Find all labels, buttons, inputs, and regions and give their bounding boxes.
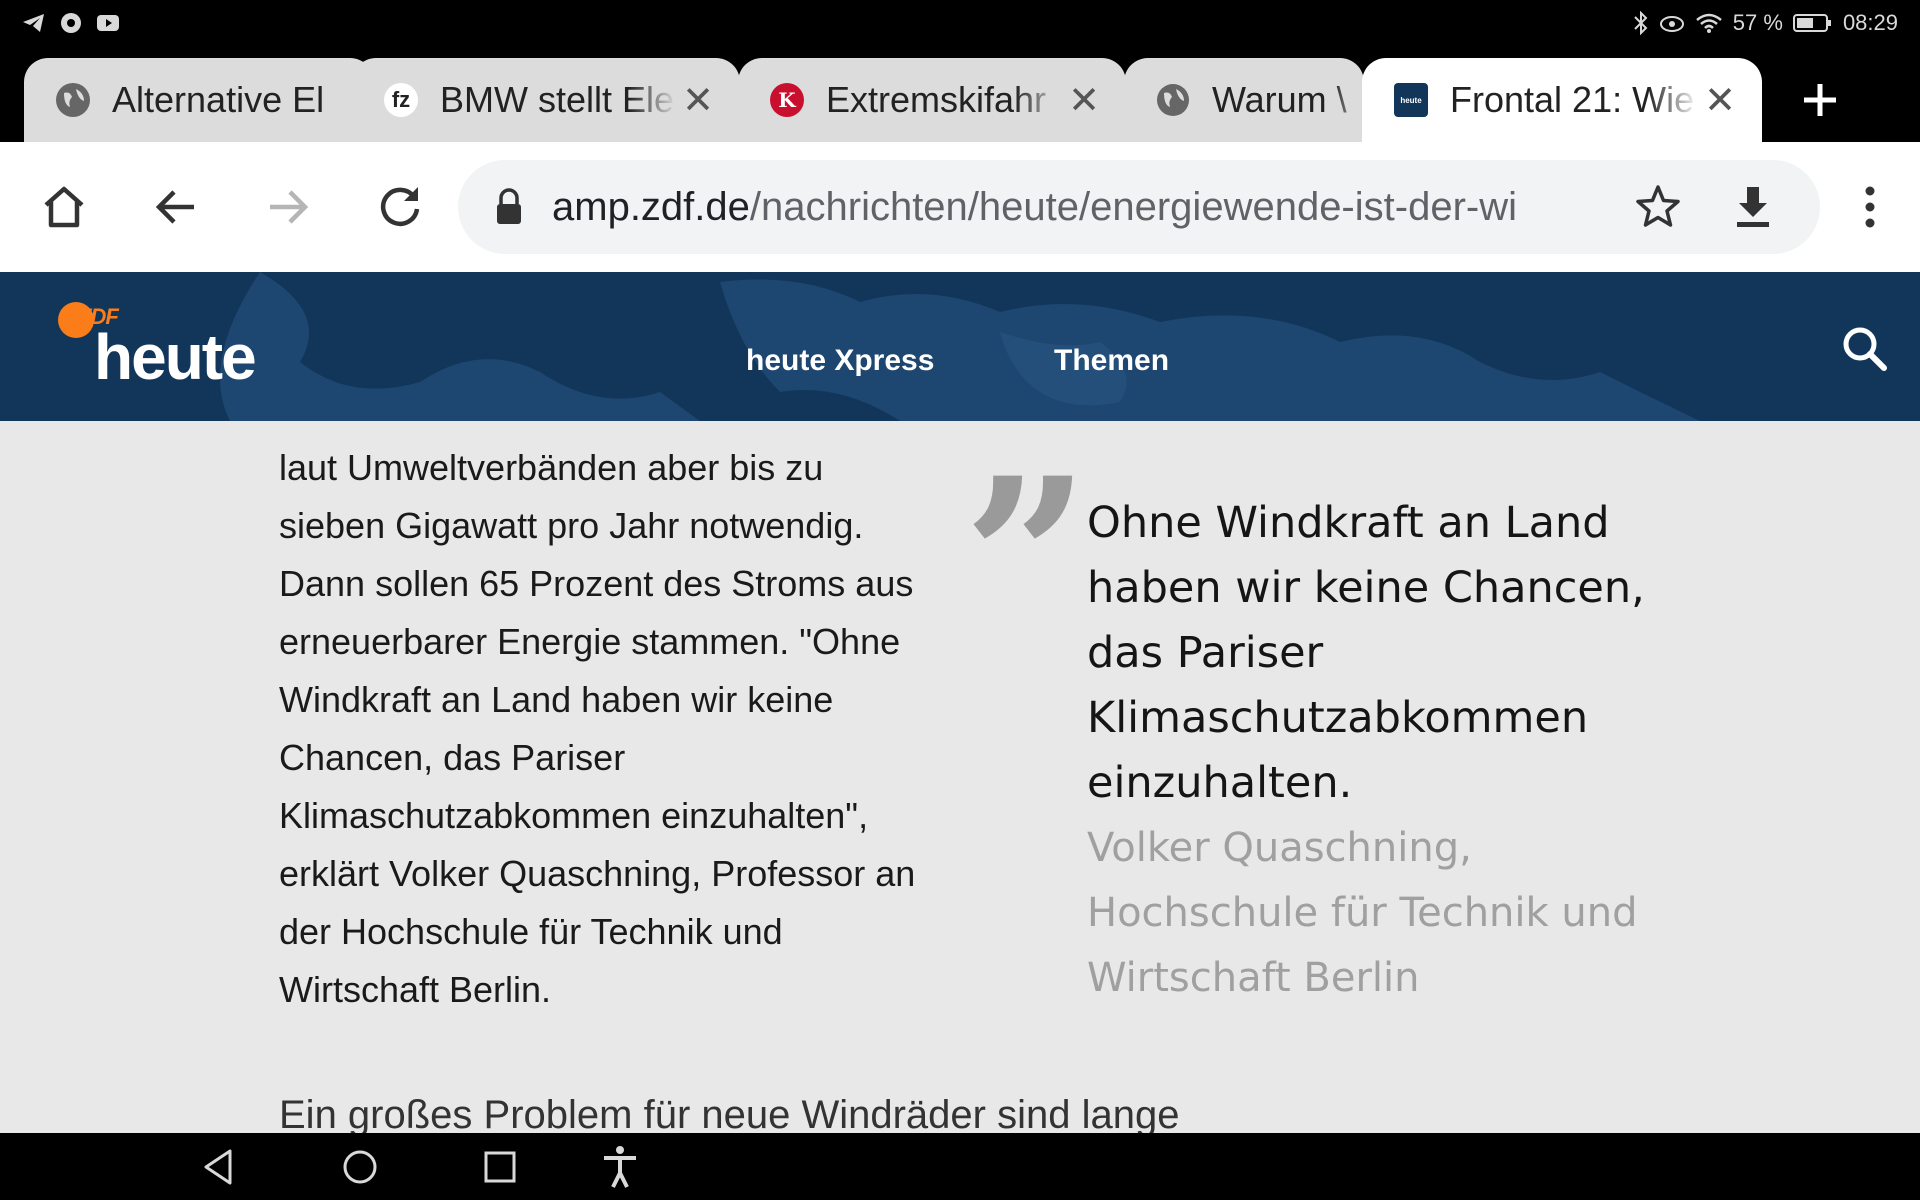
tab-frontal21[interactable]: heute Frontal 21: Wie ✕ [1362, 58, 1762, 142]
close-tab-icon[interactable]: ✕ [676, 78, 720, 123]
forward-button[interactable] [258, 177, 318, 237]
logo-heute: heute [94, 321, 257, 393]
globe-icon [56, 83, 90, 117]
site-header: ZDF heute heute Xpress Themen [0, 272, 1920, 421]
status-bar: 57 % 08:29 [0, 0, 1920, 48]
tab-title: Extremskifahr [826, 79, 1047, 120]
back-button[interactable] [146, 177, 206, 237]
download-icon [1737, 187, 1769, 227]
star-icon [1636, 185, 1680, 227]
system-nav-bar [0, 1133, 1920, 1200]
k-favicon-icon: K [770, 83, 804, 117]
tab-title: Warum \ [1212, 79, 1347, 120]
tab-extremski[interactable]: K Extremskifahr ✕ [738, 58, 1126, 142]
pull-quote: Ohne Windkraft an Land haben wir keine C… [1087, 498, 1645, 808]
menu-button[interactable] [1840, 177, 1900, 237]
new-tab-button[interactable] [1800, 70, 1840, 130]
home-nav-icon[interactable] [336, 1143, 384, 1191]
accessibility-icon[interactable] [596, 1143, 644, 1191]
chrome-icon [61, 13, 81, 33]
bookmark-button[interactable] [1628, 177, 1688, 237]
wifi-icon [1695, 13, 1722, 33]
url-domain: amp.zdf.de [552, 184, 750, 229]
search-button[interactable] [1840, 324, 1890, 374]
system-status: 57 % 08:29 [1633, 10, 1898, 36]
nav-themen[interactable]: Themen [1054, 344, 1169, 378]
next-paragraph: Ein großes Problem für neue Windräder si… [279, 1093, 1180, 1133]
quote-source: Volker Quaschning, Hochschule für Techni… [1087, 825, 1638, 1001]
world-map-background [220, 272, 1700, 421]
bluetooth-icon [1634, 11, 1648, 35]
heute-favicon-icon: heute [1394, 83, 1428, 117]
arrow-right-icon [270, 190, 309, 224]
nav-heute-xpress[interactable]: heute Xpress [746, 344, 934, 378]
battery-icon [1792, 14, 1831, 32]
plus-icon [1804, 84, 1836, 116]
telegram-icon [23, 14, 44, 32]
back-nav-icon[interactable] [196, 1143, 244, 1191]
close-tab-icon[interactable]: ✕ [1062, 78, 1106, 123]
fz-favicon-icon: fz [384, 83, 418, 117]
home-button[interactable] [34, 177, 94, 237]
tab-bmw[interactable]: fz BMW stellt Ele ✕ [352, 58, 740, 142]
quote-mark-icon: ” [963, 429, 1090, 688]
article-content: laut Umweltverbänden aber bis zu sieben … [0, 421, 1920, 1133]
clock: 08:29 [1842, 10, 1898, 35]
eye-comfort-icon [1659, 16, 1684, 32]
tab-title: BMW stellt Ele [440, 79, 675, 120]
url-path: /nachrichten/heute/energiewende-ist-der-… [749, 184, 1517, 229]
download-button[interactable] [1723, 177, 1783, 237]
recents-nav-icon[interactable] [476, 1143, 524, 1191]
lock-icon [497, 188, 521, 224]
reload-button[interactable] [370, 177, 430, 237]
search-icon [1843, 327, 1887, 371]
home-icon [44, 186, 84, 228]
article-paragraph: laut Umweltverbänden aber bis zu sieben … [279, 447, 916, 1010]
tab-title: Alternative El [112, 79, 325, 120]
reload-icon [380, 187, 420, 227]
address-bar[interactable]: amp.zdf.de/nachrichten/heute/energiewend… [458, 160, 1820, 254]
close-tab-icon[interactable]: ✕ [1698, 78, 1742, 123]
globe-icon [1156, 83, 1190, 117]
tab-alternative[interactable]: Alternative El [24, 58, 374, 142]
tab-warum[interactable]: Warum \ [1124, 58, 1364, 142]
more-vertical-icon [1865, 186, 1875, 228]
browser-toolbar: amp.zdf.de/nachrichten/heute/energiewend… [0, 142, 1920, 272]
tab-strip: Alternative El fz BMW stellt Ele ✕ K Ext… [0, 48, 1920, 142]
arrow-left-icon [155, 190, 194, 224]
youtube-icon [97, 15, 119, 31]
battery-percent: 57 % [1732, 10, 1783, 35]
tab-title: Frontal 21: Wie [1450, 79, 1695, 120]
url-text: amp.zdf.de/nachrichten/heute/energiewend… [552, 185, 1602, 230]
notification-icons [22, 12, 120, 34]
